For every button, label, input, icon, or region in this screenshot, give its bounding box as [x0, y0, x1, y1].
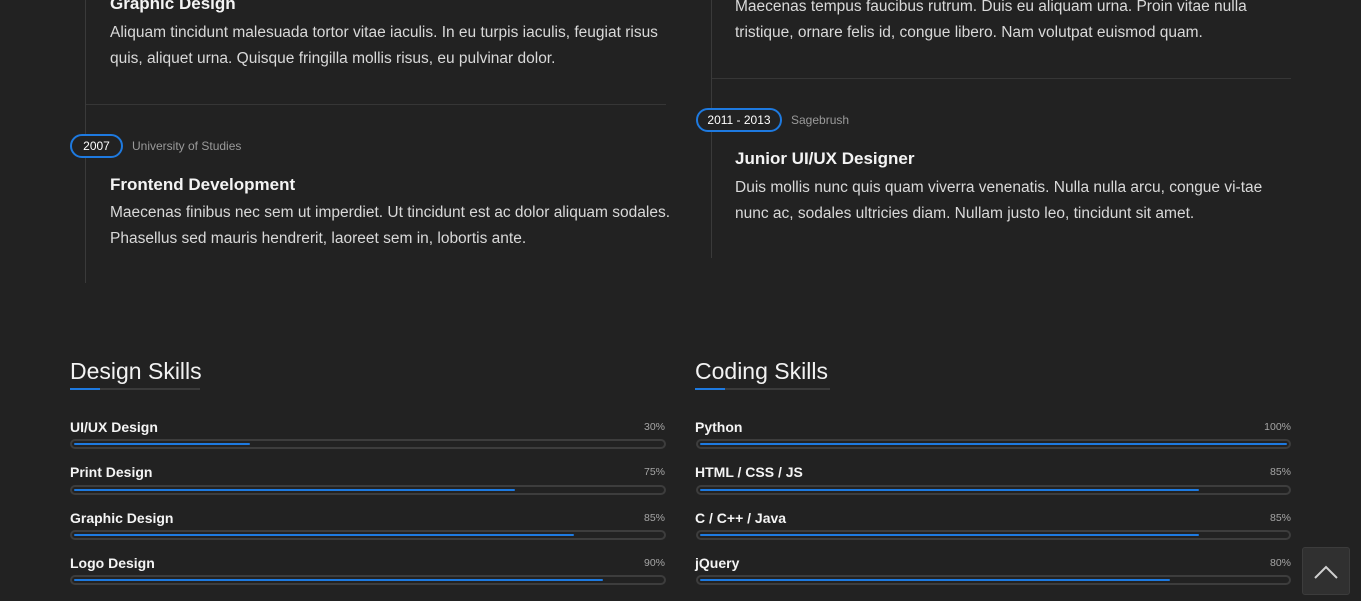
skill-name: Logo Design: [70, 555, 155, 571]
skill-progress-fill: [74, 534, 574, 536]
timeline-separator: [712, 78, 1291, 79]
skill-progress-bar: [70, 485, 666, 495]
coding-skills-heading: Coding Skills: [695, 358, 828, 384]
skill-name: Print Design: [70, 464, 153, 480]
skill-name: Graphic Design: [70, 510, 174, 526]
timeline-period-badge: 2011 - 2013: [696, 108, 782, 132]
skill-name: HTML / CSS / JS: [695, 464, 803, 480]
timeline-item-description: Aliquam tincidunt malesuada tortor vitae…: [110, 24, 658, 67]
skill-progress-bar: [696, 575, 1291, 585]
skill-progress-bar: [70, 575, 666, 585]
design-skills-heading: Design Skills: [70, 358, 202, 384]
skill-progress-fill: [700, 579, 1170, 581]
timeline-item-title: Junior UI/UX Designer: [735, 149, 915, 168]
skill-percent: 75%: [643, 466, 665, 478]
skill-progress-fill: [700, 489, 1199, 491]
skill-progress-bar: [70, 439, 666, 449]
skill-percent: 100%: [1264, 421, 1291, 433]
timeline-organization: University of Studies: [132, 139, 242, 153]
skill-progress-fill: [74, 443, 250, 445]
timeline-item-title: Graphic Design: [110, 0, 236, 13]
timeline-item-description: Duis mollis nunc quis quam viverra venen…: [735, 179, 1263, 222]
skill-percent: 90%: [643, 557, 665, 569]
skill-progress-bar: [696, 530, 1291, 540]
timeline-item-title: Frontend Development: [110, 175, 296, 194]
skill-progress-bar: [696, 485, 1291, 495]
skill-percent: 85%: [1269, 466, 1291, 478]
skill-progress-bar: [696, 439, 1291, 449]
chevron-up-icon: [1314, 565, 1338, 579]
skill-progress-fill: [700, 443, 1287, 445]
skill-progress-fill: [74, 489, 515, 491]
timeline-item-description: Maecenas finibus nec sem ut imperdiet. U…: [110, 204, 671, 247]
design-skills-underline: [70, 388, 200, 390]
skill-progress-fill: [74, 579, 603, 581]
timeline-item-description: Maecenas tempus faucibus rutrum. Duis eu…: [735, 0, 1247, 41]
skill-percent: 80%: [1269, 557, 1291, 569]
skill-progress-bar: [70, 530, 666, 540]
skill-progress-fill: [700, 534, 1199, 536]
skill-name: UI/UX Design: [70, 419, 158, 435]
skill-name: Python: [695, 419, 743, 435]
skill-percent: 85%: [643, 512, 665, 524]
coding-skills-underline: [695, 388, 830, 390]
back-to-top-button[interactable]: [1302, 547, 1350, 595]
skill-name: jQuery: [695, 555, 740, 571]
timeline-period-badge: 2007: [70, 134, 123, 158]
timeline-organization: Sagebrush: [791, 113, 850, 127]
skill-percent: 30%: [643, 421, 665, 433]
skill-percent: 85%: [1269, 512, 1291, 524]
timeline-separator: [86, 104, 666, 105]
skill-name: C / C++ / Java: [695, 510, 787, 526]
